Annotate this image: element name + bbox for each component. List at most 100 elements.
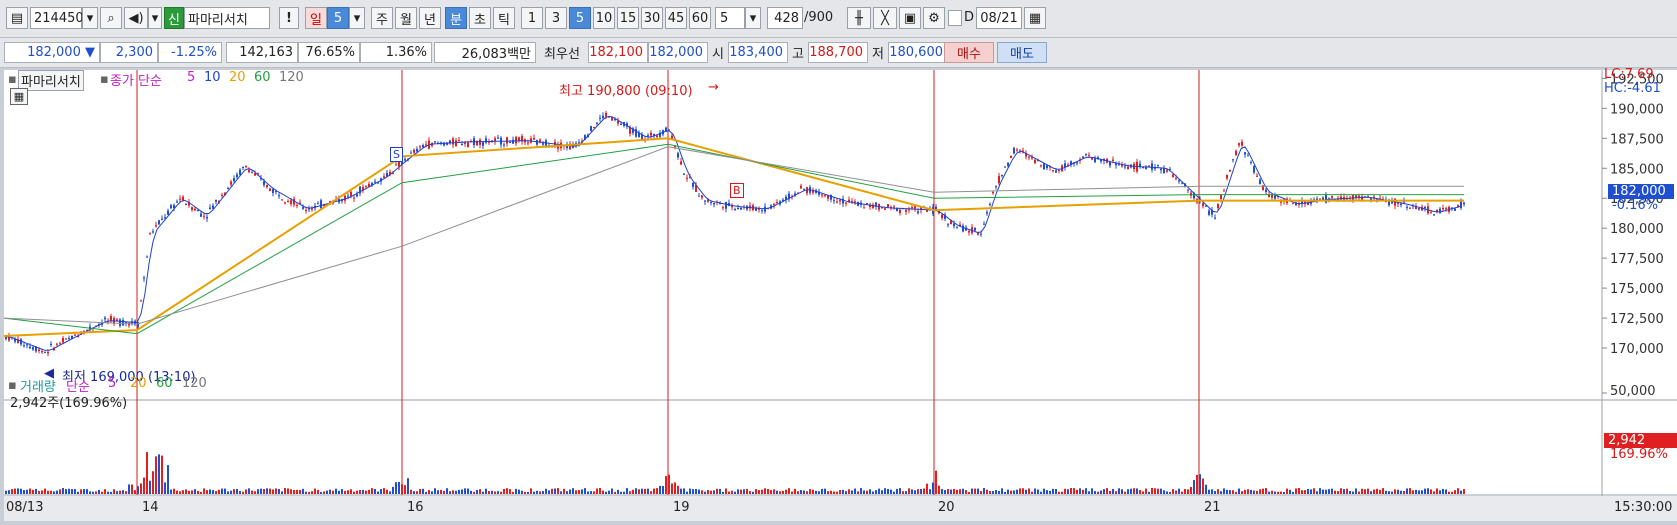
volume-bar xyxy=(404,485,406,494)
volume-bar xyxy=(1178,488,1180,494)
period-tick-button[interactable]: 틱 xyxy=(493,7,515,29)
volume-bar xyxy=(317,489,319,494)
volume-bar xyxy=(569,489,571,494)
candle-body xyxy=(23,345,25,347)
volume-bar xyxy=(965,490,967,494)
candle-body xyxy=(404,159,406,161)
period-year-button[interactable]: 년 xyxy=(419,7,441,29)
stock-code-dropdown-icon[interactable]: ▾ xyxy=(82,7,98,29)
volume-bar xyxy=(1331,488,1333,494)
volume-bar xyxy=(773,489,775,494)
speaker-icon[interactable]: ◀) xyxy=(124,7,148,29)
candle-body xyxy=(677,153,679,158)
volume-bar xyxy=(686,491,688,494)
line-tool-icon[interactable]: ╳ xyxy=(873,7,897,29)
interval-button[interactable]: 30 xyxy=(641,7,663,29)
interval-dropdown-icon[interactable]: ▾ xyxy=(745,7,761,29)
period-minute-button[interactable]: 분 xyxy=(445,7,467,29)
candle-body xyxy=(1250,162,1252,164)
menu-icon[interactable]: ▤ xyxy=(6,7,28,29)
candle-body xyxy=(506,137,508,144)
volume-bar xyxy=(593,491,595,494)
volume-bar xyxy=(188,490,190,494)
volume-bar xyxy=(1031,491,1033,494)
volume-bar xyxy=(1172,489,1174,494)
candle-body xyxy=(773,204,775,206)
volume-bar xyxy=(332,490,334,494)
period-month-button[interactable]: 월 xyxy=(395,7,417,29)
volume-bar xyxy=(620,491,622,494)
volume-bar xyxy=(1442,488,1444,494)
interval-button[interactable]: 10 xyxy=(593,7,615,29)
volume-bar xyxy=(602,490,604,494)
period-day-count[interactable]: 5 xyxy=(327,7,349,29)
stock-name-field[interactable]: 파마리서치 xyxy=(184,7,270,29)
volume-bar xyxy=(626,488,628,494)
period-day-button[interactable]: 일 xyxy=(305,7,327,29)
volume-bar xyxy=(776,490,778,494)
price-volume-chart[interactable]: 192,500190,000187,500185,000182,500180,0… xyxy=(3,70,1677,521)
y-tick-label: 185,000 xyxy=(1610,162,1664,177)
interval-button[interactable]: 45 xyxy=(665,7,687,29)
candle-body xyxy=(686,177,688,179)
volume-bar xyxy=(1262,488,1264,494)
volume-bar xyxy=(335,488,337,494)
calendar-icon[interactable]: ▦ xyxy=(1024,7,1046,29)
candle-body xyxy=(1187,189,1189,191)
candle-body xyxy=(1319,198,1321,200)
volume-bar xyxy=(1214,491,1216,494)
volume-bar xyxy=(1274,491,1276,494)
candle-body xyxy=(155,225,157,227)
volume-bar xyxy=(134,490,136,494)
volume-bar xyxy=(674,482,676,494)
period-dropdown-icon[interactable]: ▾ xyxy=(349,7,365,29)
period-second-button[interactable]: 초 xyxy=(469,7,491,29)
candle-body xyxy=(1460,201,1462,208)
period-week-button[interactable]: 주 xyxy=(371,7,393,29)
candle-body xyxy=(179,198,181,200)
interval-button[interactable]: 60 xyxy=(689,7,711,29)
volume-bar xyxy=(44,488,46,494)
interval-button[interactable]: 1 xyxy=(521,7,543,29)
volume-bar xyxy=(1082,489,1084,494)
candle-body xyxy=(824,195,826,197)
speaker-dropdown-icon[interactable]: ▾ xyxy=(148,7,162,29)
volume-bar xyxy=(272,489,274,494)
candle-tool-icon[interactable]: ╫ xyxy=(847,7,871,29)
volume-bar xyxy=(803,490,805,494)
interval-button[interactable]: 3 xyxy=(545,7,567,29)
volume-bar xyxy=(287,488,289,494)
count-input[interactable]: 428 xyxy=(767,7,803,29)
alert-button[interactable]: ! xyxy=(279,7,299,29)
volume-bar xyxy=(152,471,154,494)
date-input[interactable]: 08/21 xyxy=(976,7,1022,29)
search-icon[interactable]: ⌕ xyxy=(100,7,122,29)
candle-body xyxy=(296,204,298,206)
candle-body xyxy=(461,144,463,146)
volume-bar xyxy=(476,489,478,494)
stock-code-input[interactable]: 214450 xyxy=(30,7,84,29)
candle-body xyxy=(1010,155,1012,158)
volume-bar xyxy=(1007,489,1009,494)
table-toggle-icon[interactable]: ▦ xyxy=(10,88,28,105)
buy-button[interactable]: 매수 xyxy=(944,42,994,63)
date-checkbox[interactable] xyxy=(948,10,962,26)
interval-button[interactable]: 5 xyxy=(569,7,591,29)
volume-value: 142,163 xyxy=(226,42,298,63)
volume-bar xyxy=(1085,488,1087,494)
candle-body xyxy=(230,181,232,185)
sell-button[interactable]: 매도 xyxy=(997,42,1047,63)
interval-select[interactable]: 5 xyxy=(715,7,745,29)
hc-label: HC:-4.61 xyxy=(1604,81,1661,96)
volume-bar xyxy=(209,489,211,494)
chart-area[interactable]: 192,500 190,000 187,500 185,000 182,500 180,0… xyxy=(3,67,1677,521)
volume-bar xyxy=(344,490,346,494)
volume-bar xyxy=(1091,488,1093,494)
candle-body xyxy=(212,205,214,209)
gear-icon[interactable]: ⚙ xyxy=(923,7,945,29)
volume-bar xyxy=(35,488,37,494)
volume-bar xyxy=(779,491,781,494)
save-icon[interactable]: ▣ xyxy=(899,7,921,29)
interval-button[interactable]: 15 xyxy=(617,7,639,29)
candle-body xyxy=(47,351,49,354)
